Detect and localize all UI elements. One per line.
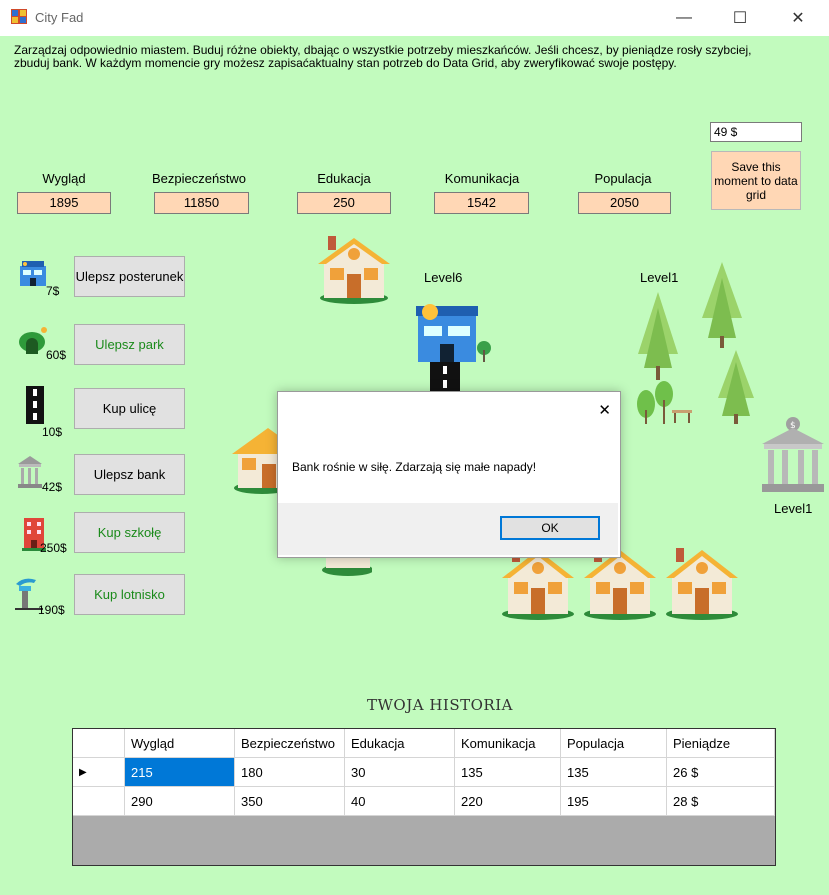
window-title: City Fad [35,10,84,25]
park-icon [19,327,47,354]
park-trees [637,262,754,424]
house-icon [232,428,282,494]
stat-value-bezpieczenstwo: 11850 [154,192,249,214]
stat-label-komunikacja: Komunikacja [444,171,520,186]
title-bar: City Fad — ☐ ✕ [0,0,829,36]
buy-school-button[interactable]: Kup szkołę [74,512,185,553]
app-icon [11,9,27,24]
money-display: 49 $ [710,122,802,142]
table-cell[interactable]: 28 $ [667,787,775,816]
table-cell[interactable]: 135 [455,758,561,787]
buy-airport-button[interactable]: Kup lotnisko [74,574,185,615]
dialog-close-button[interactable]: ✕ [598,401,611,419]
column-header[interactable]: Bezpieczeństwo [235,729,345,758]
dialog-message: Bank rośnie w siłę. Zdarzają się małe na… [292,460,537,474]
table-cell[interactable]: 290 [125,787,235,816]
price-posterunek: 7$ [46,284,60,298]
row-header-marker[interactable]: ▶ [73,758,125,787]
game-area: Zarządzaj odpowiednio miastem. Buduj róż… [0,36,829,895]
house-icon [318,236,390,304]
maximize-button[interactable]: ☐ [717,0,763,36]
row-header[interactable] [73,787,125,816]
save-to-grid-button[interactable]: Save this moment to data grid [711,151,801,210]
table-cell[interactable]: 26 $ [667,758,775,787]
column-header[interactable]: Pieniądze [667,729,775,758]
close-window-button[interactable]: ✕ [775,0,821,36]
upgrade-bank-button[interactable]: Ulepsz bank [74,454,185,495]
stat-label-edukacja: Edukacja [317,171,371,186]
stat-value-populacja: 2050 [578,192,671,214]
stat-value-wyglad: 1895 [17,192,111,214]
house-icon [666,548,738,620]
grid-corner-cell [73,729,125,758]
table-cell[interactable]: 180 [235,758,345,787]
table-cell[interactable]: 135 [561,758,667,787]
message-dialog: ✕ Bank rośnie w siłę. Zdarzają się małe … [277,391,621,558]
bank-building: $ [762,417,824,492]
history-data-grid[interactable]: Wygląd Bezpieczeństwo Edukacja Komunikac… [72,728,776,866]
bank-level: Level1 [774,501,813,516]
police-station-icon [20,261,46,286]
police-station-building [416,304,491,404]
table-cell[interactable]: 350 [235,787,345,816]
column-header[interactable]: Wygląd [125,729,235,758]
minimize-button[interactable]: — [661,0,707,36]
table-cell[interactable]: 220 [455,787,561,816]
table-cell[interactable]: 215 [125,758,235,787]
bank-icon [18,456,42,488]
upgrade-police-button[interactable]: Ulepsz posterunek [74,256,185,297]
column-header[interactable]: Edukacja [345,729,455,758]
table-row[interactable]: ▶ 215 180 30 135 135 26 $ [73,758,775,787]
price-lotnisko: 190$ [38,603,65,617]
intro-text: Zarządzaj odpowiednio miastem. Buduj róż… [14,43,752,70]
price-ulica: 10$ [42,425,63,439]
stat-value-komunikacja: 1542 [434,192,529,214]
table-cell[interactable]: 195 [561,787,667,816]
stat-label-bezpieczenstwo: Bezpieczeństwo [152,171,246,186]
ok-button[interactable]: OK [500,516,600,540]
table-row[interactable]: 290 350 40 220 195 28 $ [73,787,775,816]
dialog-footer: OK [278,503,618,555]
table-cell[interactable]: 30 [345,758,455,787]
price-park: 60$ [46,348,67,362]
column-header[interactable]: Komunikacja [455,729,561,758]
stat-label-wyglad: Wygląd [42,171,86,186]
history-title: TWOJA HISTORIA [367,696,513,714]
buy-street-button[interactable]: Kup ulicę [74,388,185,429]
column-header[interactable]: Populacja [561,729,667,758]
price-szkola: 250$ [40,541,67,555]
stat-value-edukacja: 250 [297,192,391,214]
grid-header-row: Wygląd Bezpieczeństwo Edukacja Komunikac… [73,729,775,758]
price-bank: 42$ [42,480,63,494]
stat-label-populacja: Populacja [594,171,652,186]
upgrade-park-button[interactable]: Ulepsz park [74,324,185,365]
police-level: Level6 [424,270,463,285]
table-cell[interactable]: 40 [345,787,455,816]
road-icon [26,386,44,424]
